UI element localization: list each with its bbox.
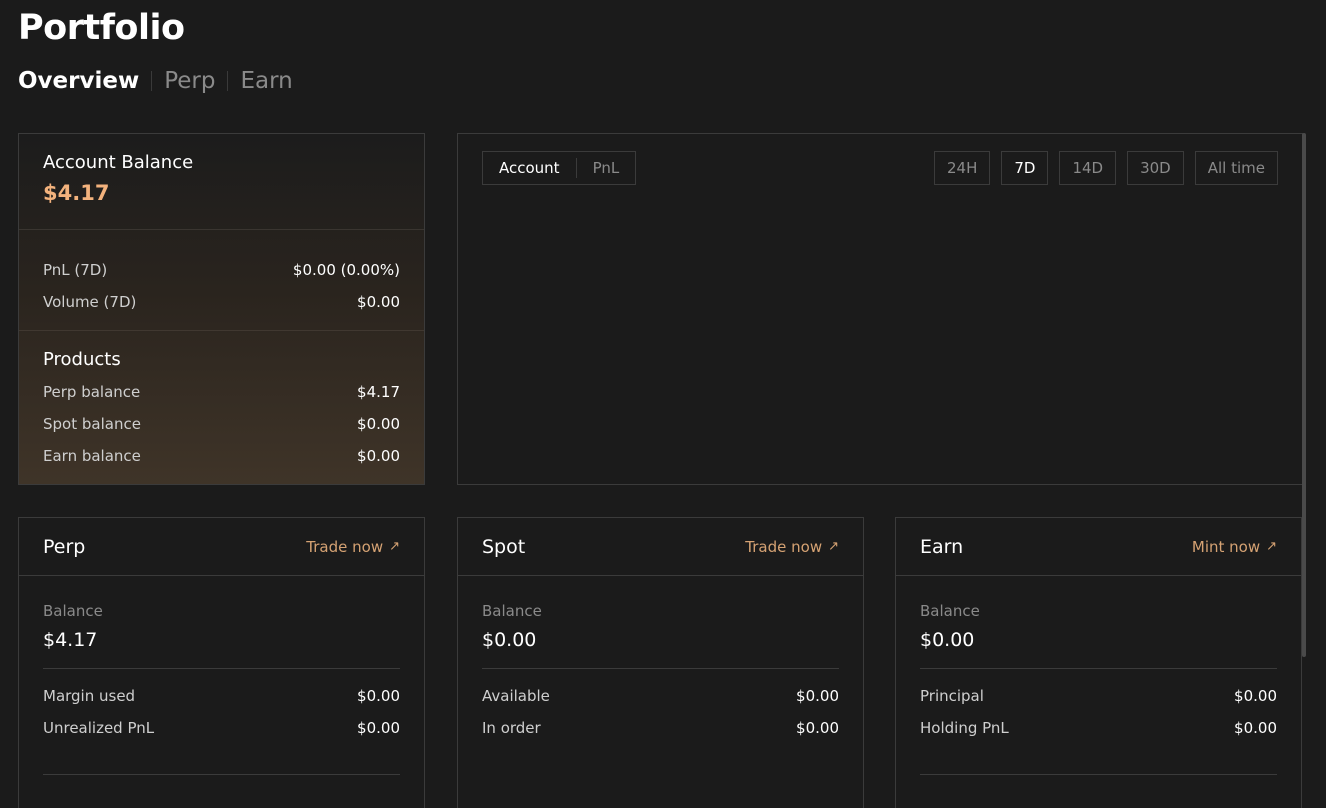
detail-value: $0.00 <box>1234 687 1277 705</box>
detail-label: Unrealized PnL <box>43 719 155 737</box>
detail-label: Holding PnL <box>920 719 1009 737</box>
detail-row: Margin used $0.00 <box>43 680 400 712</box>
balance-label: Balance <box>482 602 542 620</box>
divider <box>920 774 1277 775</box>
product-value: $4.17 <box>357 383 400 401</box>
divider <box>43 774 400 775</box>
stat-value: $0.00 <box>357 293 400 311</box>
account-balance-header: Account Balance $4.17 <box>19 134 424 230</box>
divider <box>482 668 839 669</box>
arrow-up-right-icon: ↗ <box>828 539 839 554</box>
range-14d[interactable]: 14D <box>1059 151 1117 185</box>
account-balance-label: Account Balance <box>43 152 194 173</box>
stat-row-pnl: PnL (7D) $0.00 (0.00%) <box>43 254 400 286</box>
mint-now-link[interactable]: Mint now ↗ <box>1192 538 1277 556</box>
range-7d[interactable]: 7D <box>1001 151 1049 185</box>
detail-row: Available $0.00 <box>482 680 839 712</box>
balance-value: $4.17 <box>43 629 98 651</box>
chart-panel: Account PnL 24H 7D 14D 30D All time <box>457 133 1303 485</box>
stat-label: PnL (7D) <box>43 261 108 279</box>
card-title: Spot <box>482 535 526 558</box>
tab-perp[interactable]: Perp <box>164 68 215 94</box>
page-scrollbar[interactable] <box>1302 133 1306 657</box>
card-title: Perp <box>43 535 86 558</box>
detail-label: Available <box>482 687 550 705</box>
product-label: Perp balance <box>43 383 141 401</box>
balance-label: Balance <box>920 602 980 620</box>
toggle-pnl[interactable]: PnL <box>577 159 636 177</box>
divider <box>43 668 400 669</box>
stat-value: $0.00 (0.00%) <box>292 261 400 279</box>
trade-now-link[interactable]: Trade now ↗ <box>745 538 839 556</box>
balance-label: Balance <box>43 602 103 620</box>
card-body: Balance $0.00 Available $0.00 In order $… <box>458 576 863 744</box>
card-header: Earn Mint now ↗ <box>896 518 1301 576</box>
products-section: Products Perp balance $4.17 Spot balance… <box>19 331 424 472</box>
detail-value: $0.00 <box>357 687 400 705</box>
arrow-up-right-icon: ↗ <box>389 539 400 554</box>
products-title: Products <box>43 349 121 370</box>
perp-card: Perp Trade now ↗ Balance $4.17 Margin us… <box>18 517 425 808</box>
detail-row: In order $0.00 <box>482 712 839 744</box>
detail-row: Holding PnL $0.00 <box>920 712 1277 744</box>
tab-earn[interactable]: Earn <box>240 68 292 94</box>
tab-overview[interactable]: Overview <box>18 68 139 94</box>
detail-label: Principal <box>920 687 984 705</box>
portfolio-page: Portfolio Overview Perp Earn Account Bal… <box>0 0 1326 808</box>
product-label: Earn balance <box>43 447 141 465</box>
trade-now-link[interactable]: Trade now ↗ <box>306 538 400 556</box>
product-row-earn: Earn balance $0.00 <box>43 440 400 472</box>
balance-value: $0.00 <box>920 629 975 651</box>
link-label: Mint now <box>1191 537 1261 556</box>
product-value: $0.00 <box>357 447 400 465</box>
product-row-perp: Perp balance $4.17 <box>43 376 400 408</box>
card-body: Balance $4.17 Margin used $0.00 Unrealiz… <box>19 576 424 775</box>
detail-row: Principal $0.00 <box>920 680 1277 712</box>
detail-value: $0.00 <box>1234 719 1277 737</box>
detail-label: In order <box>482 719 541 737</box>
detail-label: Margin used <box>43 687 136 705</box>
product-value: $0.00 <box>357 415 400 433</box>
product-label: Spot balance <box>43 415 141 433</box>
tab-divider <box>151 71 153 91</box>
divider <box>920 668 1277 669</box>
detail-row: Unrealized PnL $0.00 <box>43 712 400 744</box>
tab-divider <box>227 71 229 91</box>
time-range-selector: 24H 7D 14D 30D All time <box>933 151 1278 185</box>
range-all-time[interactable]: All time <box>1194 151 1278 185</box>
stat-row-volume: Volume (7D) $0.00 <box>43 286 400 318</box>
spot-card: Spot Trade now ↗ Balance $0.00 Available… <box>457 517 864 808</box>
detail-value: $0.00 <box>357 719 400 737</box>
earn-card: Earn Mint now ↗ Balance $0.00 Principal … <box>895 517 1302 808</box>
card-body: Balance $0.00 Principal $0.00 Holding Pn… <box>896 576 1301 775</box>
card-header: Spot Trade now ↗ <box>458 518 863 576</box>
link-label: Trade now <box>306 537 384 556</box>
product-row-spot: Spot balance $0.00 <box>43 408 400 440</box>
link-label: Trade now <box>745 537 823 556</box>
range-30d[interactable]: 30D <box>1127 151 1184 185</box>
account-stats: PnL (7D) $0.00 (0.00%) Volume (7D) $0.00 <box>19 230 424 331</box>
portfolio-tabs: Overview Perp Earn <box>18 68 293 94</box>
toggle-account[interactable]: Account <box>483 159 576 177</box>
detail-value: $0.00 <box>796 687 839 705</box>
chart-mode-toggle: Account PnL <box>482 151 637 185</box>
detail-value: $0.00 <box>796 719 839 737</box>
card-header: Perp Trade now ↗ <box>19 518 424 576</box>
balance-value: $0.00 <box>482 629 537 651</box>
account-balance-panel: Account Balance $4.17 PnL (7D) $0.00 (0.… <box>18 133 425 485</box>
arrow-up-right-icon: ↗ <box>1266 539 1277 554</box>
range-24h[interactable]: 24H <box>933 151 991 185</box>
account-balance-value: $4.17 <box>43 181 110 205</box>
page-title: Portfolio <box>18 8 185 48</box>
stat-label: Volume (7D) <box>43 293 137 311</box>
card-title: Earn <box>920 535 964 558</box>
